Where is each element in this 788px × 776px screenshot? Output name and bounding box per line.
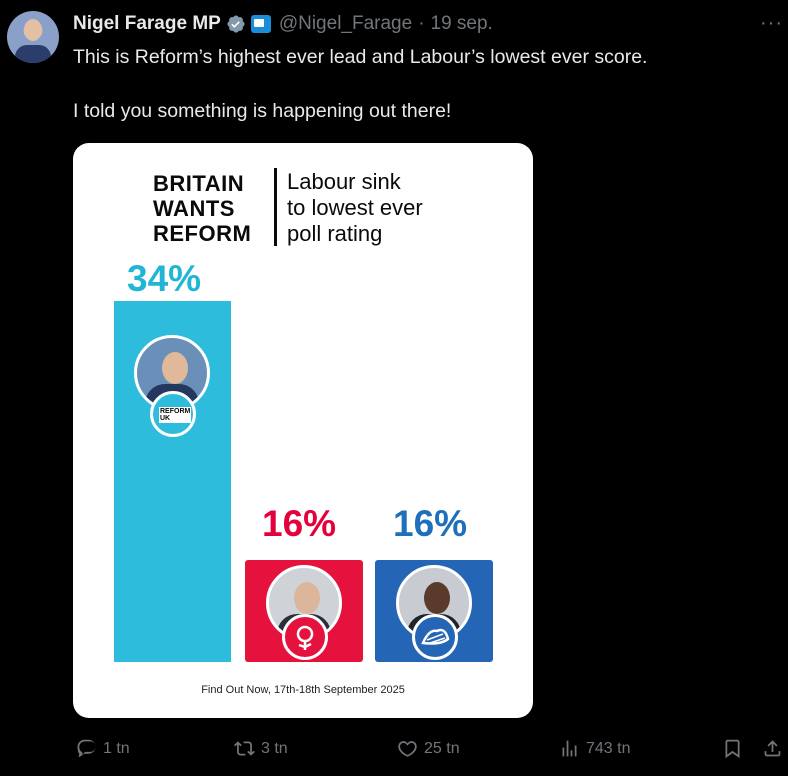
- reform-uk-logo: REFORM UK: [150, 391, 196, 437]
- affiliation-icon[interactable]: [250, 15, 271, 33]
- headline-line: to lowest ever: [287, 195, 423, 220]
- views-count: 743 tn: [586, 739, 631, 757]
- rose-icon: [296, 625, 314, 650]
- bar-value-label-labour: 16%: [262, 503, 337, 544]
- reform-logo-line: UK: [160, 415, 171, 422]
- brand-wordmark: BRITAIN WANTS REFORM: [153, 171, 251, 246]
- retweet-icon: [234, 741, 255, 756]
- like-count: 25 tn: [424, 739, 460, 757]
- brand-line: REFORM: [153, 221, 252, 246]
- verified-badge-icon: [227, 15, 245, 33]
- separator-dot: ·: [418, 13, 425, 34]
- headline-line: poll rating: [287, 221, 383, 246]
- tweet-text-line-2: I told you something is happening out th…: [73, 100, 452, 122]
- tweet-header: Nigel Farage MP @Nigel_Farage · 19 sep.: [73, 12, 493, 36]
- portrait-face: [424, 582, 450, 614]
- reply-button[interactable]: 1 tn: [76, 738, 130, 759]
- labour-rose-logo: [282, 614, 328, 660]
- chart-headline: Labour sink to lowest ever poll rating: [287, 169, 423, 247]
- retweet-count: 3 tn: [261, 739, 288, 757]
- avatar-head: [24, 19, 42, 41]
- divider: [274, 168, 277, 246]
- bookmark-button[interactable]: [722, 738, 749, 759]
- bar-value-label-reform: 34%: [127, 258, 202, 299]
- portrait-face: [294, 582, 320, 614]
- retweet-button[interactable]: 3 tn: [234, 738, 288, 759]
- tweet-date[interactable]: 19 sep.: [431, 13, 493, 35]
- tweet-text-line-1: This is Reform’s highest ever lead and L…: [73, 46, 648, 68]
- conservative-tree-logo: [412, 614, 458, 660]
- author-handle[interactable]: @Nigel_Farage: [279, 13, 412, 35]
- reply-count: 1 tn: [103, 739, 130, 757]
- brand-line: BRITAIN: [153, 171, 245, 196]
- tweet-media-image[interactable]: BRITAIN WANTS REFORM Labour sink to lowe…: [73, 143, 533, 718]
- share-icon: [764, 740, 781, 757]
- like-icon: [398, 741, 417, 757]
- like-button[interactable]: 25 tn: [397, 738, 460, 759]
- views-button[interactable]: 743 tn: [559, 738, 630, 759]
- brand-line: WANTS: [153, 196, 235, 221]
- reform-logo-text: REFORM UK: [159, 407, 192, 423]
- reply-icon: [77, 739, 96, 758]
- more-icon[interactable]: ···: [760, 12, 783, 35]
- avatar-suit: [15, 45, 51, 63]
- author-name[interactable]: Nigel Farage MP: [73, 13, 221, 35]
- poll-source: Find Out Now, 17th-18th September 2025: [201, 684, 405, 696]
- headline-line: Labour sink: [287, 169, 401, 194]
- share-button[interactable]: [762, 738, 788, 759]
- reform-logo-line: REFORM: [160, 408, 191, 415]
- author-avatar[interactable]: [7, 11, 59, 63]
- tree-icon: [421, 628, 450, 645]
- views-icon: [562, 740, 577, 757]
- portrait-face: [162, 352, 188, 384]
- bar-value-label-conservatives: 16%: [393, 503, 468, 544]
- tweet-actions-bar: 1 tn 3 tn 25 tn 743 tn: [0, 738, 788, 762]
- bookmark-icon: [725, 739, 740, 759]
